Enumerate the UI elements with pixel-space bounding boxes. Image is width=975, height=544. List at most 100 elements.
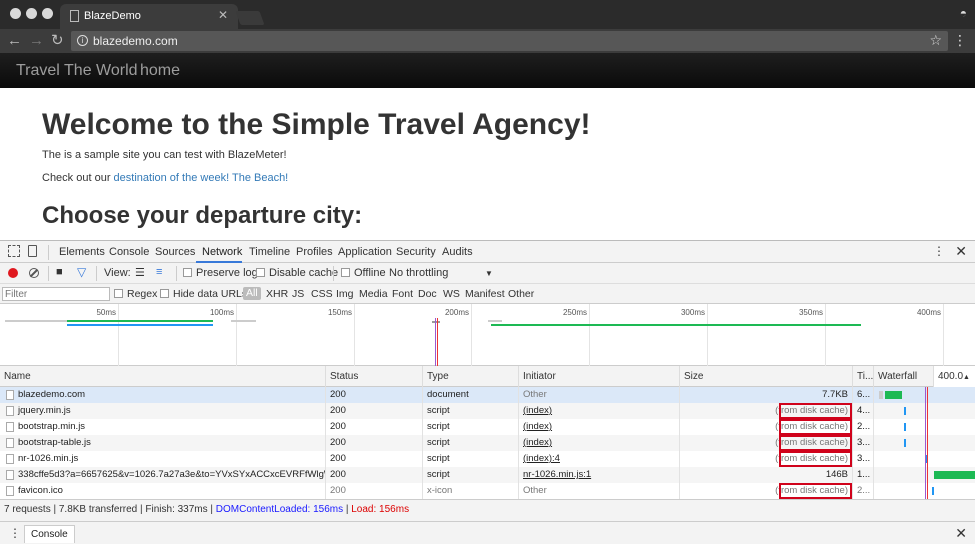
clear-icon[interactable] (29, 268, 39, 278)
tick-label: 150ms (327, 308, 352, 317)
preserve-log-checkbox[interactable]: Preserve log (183, 267, 258, 279)
requests-header: Name Status Type Initiator Size Ti... Wa… (0, 366, 975, 387)
network-summary: 7 requests | 7.8KB transferred | Finish:… (0, 499, 975, 521)
tab-elements[interactable]: Elements (59, 246, 105, 258)
name-text: jquery.min.js (18, 405, 71, 416)
column-type[interactable]: Type (422, 366, 518, 387)
close-drawer-icon[interactable]: ✕ (955, 525, 967, 542)
table-row[interactable]: jquery.min.js 200 script (index) (from disk … (0, 403, 975, 419)
minimize-window-button[interactable] (26, 8, 37, 19)
column-status[interactable]: Status (325, 366, 422, 387)
initiator-text[interactable]: (index) (523, 437, 552, 448)
tab-network[interactable]: Network (202, 246, 242, 258)
reload-icon[interactable]: ↻ (51, 32, 64, 50)
nav-brand-link[interactable]: Travel The World (16, 62, 138, 80)
cell-size: (from disk cache) (679, 419, 852, 435)
network-toolbar: ■ ▽ View: ☰ ≡ Preserve log Disable cache… (0, 263, 975, 284)
cell-type: script (422, 419, 518, 435)
url-input[interactable]: i blazedemo.com ☆ (71, 31, 948, 51)
table-row[interactable]: nr-1026.min.js 200 script (index):4 (from di… (0, 451, 975, 467)
checkbox-icon (341, 268, 350, 277)
type-filter-other[interactable]: Other (508, 288, 534, 300)
type-filter-js[interactable]: JS (292, 288, 304, 300)
table-row[interactable]: blazedemo.com 200 document Other 7.7KB 6... (0, 387, 975, 403)
checkbox-icon (183, 268, 192, 277)
filter-icon[interactable]: ▽ (77, 265, 86, 279)
type-filter-doc[interactable]: Doc (418, 288, 437, 300)
disable-cache-checkbox[interactable]: Disable cache (256, 267, 338, 279)
cell-time: 2... (852, 419, 873, 435)
drawer-tab-console[interactable]: Console (24, 525, 75, 543)
type-filter-css[interactable]: CSS (311, 288, 333, 300)
column-name[interactable]: Name (0, 366, 325, 387)
record-icon[interactable] (8, 268, 18, 278)
menu-icon[interactable]: ⋮ (953, 32, 967, 49)
tab-audits[interactable]: Audits (442, 246, 473, 258)
table-row[interactable]: bootstrap.min.js 200 script (index) (from di… (0, 419, 975, 435)
hide-data-urls-checkbox[interactable]: Hide data URLs (160, 288, 247, 300)
star-icon[interactable]: ☆ (929, 32, 942, 49)
network-overview[interactable]: 50ms 100ms 150ms 200ms 250ms 300ms 350ms… (0, 304, 975, 366)
overview-icon[interactable]: ≡ (156, 266, 162, 278)
initiator-text[interactable]: nr-1026.min.js:1 (523, 469, 591, 480)
tab-application[interactable]: Application (338, 246, 392, 258)
more-options-icon[interactable]: ⋮ (933, 244, 945, 258)
column-size[interactable]: Size (679, 366, 852, 387)
close-window-button[interactable] (10, 8, 21, 19)
tick-label: 250ms (562, 308, 587, 317)
waterfall-scale[interactable]: 400.0▲ (933, 366, 975, 387)
close-devtools-icon[interactable]: ✕ (955, 243, 967, 260)
regex-checkbox[interactable]: Regex (114, 288, 157, 300)
drawer-menu-icon[interactable]: ⋮ (9, 526, 21, 540)
offline-checkbox[interactable]: Offline (341, 267, 386, 279)
browser-tab[interactable]: BlazeDemo ✕ (60, 4, 238, 29)
tab-profiles[interactable]: Profiles (296, 246, 333, 258)
tab-security[interactable]: Security (396, 246, 436, 258)
inspect-element-icon[interactable] (8, 245, 20, 257)
type-filter-img[interactable]: Img (336, 288, 354, 300)
maximize-window-button[interactable] (42, 8, 53, 19)
load-line (927, 387, 928, 499)
page-content: Welcome to the Simple Travel Agency! The… (0, 88, 975, 240)
forward-icon[interactable]: → (29, 32, 44, 50)
throttling-select[interactable]: No throttling (389, 267, 448, 279)
column-time[interactable]: Ti... (852, 366, 873, 387)
back-icon[interactable]: ← (7, 32, 22, 50)
chevron-down-icon[interactable]: ▼ (485, 269, 493, 278)
type-filter-font[interactable]: Font (392, 288, 413, 300)
tab-console[interactable]: Console (109, 246, 149, 258)
status-text: 200 (330, 469, 346, 480)
info-icon[interactable]: i (77, 35, 88, 46)
filter-input[interactable] (2, 287, 110, 301)
camera-icon[interactable]: ■ (56, 266, 63, 278)
device-toolbar-icon[interactable] (28, 245, 37, 257)
tab-timeline[interactable]: Timeline (249, 246, 290, 258)
cell-type: document (422, 387, 518, 403)
table-row[interactable]: favicon.ico 200 x-icon Other (from disk cach… (0, 483, 975, 499)
nav-home-link[interactable]: home (140, 62, 180, 80)
type-filter-manifest[interactable]: Manifest (465, 288, 505, 300)
destination-link[interactable]: destination of the week! The Beach! (114, 172, 289, 184)
type-filter-all[interactable]: All (243, 287, 261, 300)
initiator-text[interactable]: (index) (523, 405, 552, 416)
new-tab-button[interactable] (235, 11, 265, 25)
column-waterfall[interactable]: Waterfall (873, 366, 933, 387)
type-filter-xhr[interactable]: XHR (266, 288, 288, 300)
cell-initiator: nr-1026.min.js:1 (518, 467, 679, 483)
type-text: x-icon (427, 485, 453, 496)
tab-sources[interactable]: Sources (155, 246, 195, 258)
close-tab-icon[interactable]: ✕ (218, 8, 228, 22)
initiator-text[interactable]: (index):4 (523, 453, 560, 464)
table-row[interactable]: bootstrap-table.js 200 script (index) (from … (0, 435, 975, 451)
cell-name: bootstrap-table.js (0, 435, 325, 451)
view-label: View: (104, 267, 131, 279)
type-filter-ws[interactable]: WS (443, 288, 460, 300)
large-rows-icon[interactable]: ☰ (135, 266, 145, 279)
initiator-text[interactable]: (index) (523, 421, 552, 432)
address-bar-row: ← → ↻ i blazedemo.com ☆ ⋮ (0, 29, 975, 53)
type-filter-media[interactable]: Media (359, 288, 388, 300)
table-row[interactable]: 338cffe5d3?a=6657625&v=1026.7a27a3e&to=Y… (0, 467, 975, 483)
disable-cache-label: Disable cache (269, 267, 339, 279)
column-initiator[interactable]: Initiator (518, 366, 679, 387)
waterfall-bar (885, 391, 902, 399)
